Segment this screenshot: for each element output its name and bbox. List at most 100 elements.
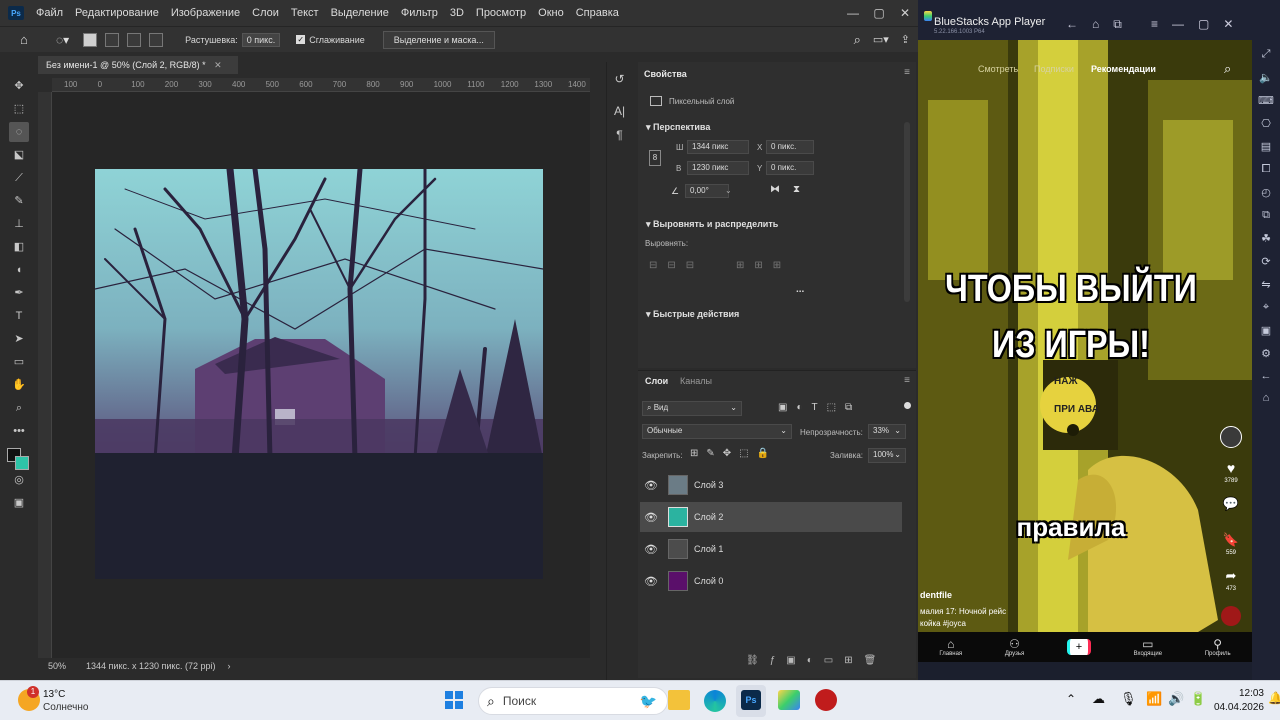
intersect-selection-icon[interactable] <box>149 32 164 47</box>
weather-condition[interactable]: Солнечно <box>43 702 88 713</box>
start-button-icon[interactable] <box>445 691 463 709</box>
eraser-tool-icon[interactable]: ◧ <box>9 237 29 257</box>
file-explorer-icon[interactable] <box>668 690 690 710</box>
menu-view[interactable]: Просмотр <box>470 7 532 19</box>
minimize-icon[interactable]: — <box>840 6 866 20</box>
nav-friends[interactable]: ⚇ Друзья <box>1005 637 1024 657</box>
flip-horizontal-icon[interactable]: ⧓ <box>770 184 780 195</box>
feather-input[interactable]: 0 пикс. <box>241 32 281 47</box>
volume-icon[interactable]: 🔈 <box>1259 71 1273 84</box>
hand-tool-icon[interactable]: ✋ <box>9 375 29 395</box>
opacity-input[interactable]: 33% ⌄ <box>868 424 906 439</box>
microphone-icon[interactable]: 🎙 <box>1120 691 1137 707</box>
menu-edit[interactable]: Редактирование <box>69 7 165 19</box>
perspective-section[interactable]: ▾ Перспектива <box>646 122 710 133</box>
layer-filter-select[interactable]: ⌕ Вид ⌄ <box>642 401 742 416</box>
lasso-tool-icon[interactable]: ◌▾ <box>56 33 69 47</box>
layer-name[interactable]: Слой 1 <box>694 544 723 554</box>
layer-actions-bar[interactable]: ⛓ƒ▣◐▭⊞🗑 <box>746 655 887 666</box>
select-and-mask-button[interactable]: Выделение и маска... <box>382 30 495 49</box>
search-icon[interactable]: ⌕ <box>1224 61 1231 77</box>
tab-recommendations[interactable]: Рекомендации <box>1091 64 1156 74</box>
back-icon[interactable]: ← <box>1261 370 1272 382</box>
properties-tab[interactable]: Свойства <box>644 69 687 79</box>
battery-icon[interactable]: 🔋 <box>1190 691 1206 707</box>
location-icon[interactable]: ⌖ <box>1263 301 1269 314</box>
android-screen[interactable]: Смотреть Подписки Рекомендации ⌕ ЧТОБЫ В… <box>918 40 1252 662</box>
quick-mask-icon[interactable]: ◎ <box>9 470 29 490</box>
eco-mode-icon[interactable]: ☘ <box>1261 232 1271 245</box>
home-icon[interactable]: ⌂ <box>1263 392 1270 404</box>
bluestacks-taskbar-icon[interactable] <box>778 690 800 710</box>
network-cloud-icon[interactable]: ☁ <box>1092 691 1105 707</box>
layer-row-3[interactable]: 👁 Слой 3 <box>640 470 902 500</box>
object-select-tool-icon[interactable]: ⬕ <box>9 145 29 165</box>
lasso-tool-icon[interactable]: ◌ <box>9 121 29 142</box>
bookmark-icon[interactable]: 🔖 <box>1220 532 1242 548</box>
more-tools-icon[interactable]: ••• <box>9 421 29 441</box>
align-vertical-buttons[interactable]: ⊞⊞⊞ <box>736 260 791 271</box>
nav-home[interactable]: ⌂ Главная <box>939 637 962 657</box>
layer-name[interactable]: Слой 2 <box>694 512 723 522</box>
tab-layers[interactable]: Слои <box>645 376 668 386</box>
weather-temperature[interactable]: 13°C <box>43 689 65 700</box>
angle-dropdown-icon[interactable]: ⌄ <box>725 186 732 195</box>
layer-row-2[interactable]: 👁 Слой 2 <box>640 502 902 532</box>
link-icon[interactable]: 8 <box>649 150 661 166</box>
nav-inbox[interactable]: ▭ Входящие <box>1134 637 1162 657</box>
layer-filter-icons[interactable]: ▣◐T⬚⧉ <box>778 402 861 413</box>
home-icon[interactable]: ⌂ <box>20 32 34 47</box>
layer-row-1[interactable]: 👁 Слой 1 <box>640 534 902 564</box>
properties-scrollbar[interactable] <box>904 122 910 302</box>
author-username[interactable]: dentfile <box>920 590 952 600</box>
tab-channels[interactable]: Каналы <box>680 376 712 386</box>
close-document-icon[interactable]: ✕ <box>214 60 222 70</box>
visibility-eye-icon[interactable]: 👁 <box>640 575 662 588</box>
menu-file[interactable]: Файл <box>30 7 69 19</box>
music-disc-icon[interactable] <box>1221 606 1241 626</box>
tab-watch[interactable]: Смотреть <box>978 64 1018 74</box>
create-video-icon[interactable]: + <box>1066 639 1091 655</box>
menu-window[interactable]: Окно <box>532 7 570 19</box>
comment-icon[interactable]: 💬 <box>1220 496 1242 512</box>
screenshot-icon[interactable]: ⧠ <box>1262 163 1271 176</box>
character-icon[interactable]: A| <box>607 104 632 118</box>
x-input[interactable]: 0 пикс. <box>766 140 814 154</box>
lock-icons[interactable]: ⊞✎✥⬚🔒 <box>690 448 777 459</box>
subtract-selection-icon[interactable] <box>127 32 142 47</box>
zoom-tool-icon[interactable]: ⌕ <box>9 398 29 418</box>
filter-toggle-icon[interactable] <box>904 402 911 409</box>
edge-browser-icon[interactable] <box>704 690 726 712</box>
show-hidden-icons-icon[interactable]: ⌃ <box>1066 692 1076 706</box>
menu-layers[interactable]: Слои <box>246 7 285 19</box>
rectangle-tool-icon[interactable]: ▭ <box>9 352 29 372</box>
bluestacks-window-icons[interactable]: ≡—▢✕ <box>1151 17 1247 31</box>
workspace-icon[interactable]: ▭▾ <box>873 33 889 46</box>
align-section[interactable]: ▾ Выровнять и распределить <box>646 219 778 230</box>
menu-3d[interactable]: 3D <box>444 7 470 19</box>
brush-tool-icon[interactable]: ✎ <box>9 191 29 211</box>
flip-vertical-icon[interactable]: ⧗ <box>793 184 800 195</box>
instances-icon[interactable]: ⧉ <box>1262 209 1270 222</box>
panel-menu-icon[interactable]: ≡ <box>904 67 910 78</box>
gamepad-icon[interactable]: ⎔ <box>1261 117 1271 130</box>
opera-taskbar-icon[interactable] <box>815 689 837 711</box>
eyedropper-tool-icon[interactable]: ⟋ <box>9 168 29 188</box>
marquee-tool-icon[interactable]: ⬚ <box>9 99 29 119</box>
add-selection-icon[interactable] <box>105 32 120 47</box>
rotate-icon[interactable]: ⟳ <box>1261 255 1270 268</box>
like-icon[interactable]: ♥ <box>1220 460 1242 476</box>
move-tool-icon[interactable]: ✥ <box>9 76 29 96</box>
shake-icon[interactable]: ⇋ <box>1261 278 1270 291</box>
nav-profile[interactable]: ⚲ Профиль <box>1205 637 1231 657</box>
status-chevron-icon[interactable]: › <box>227 661 230 671</box>
clock-time[interactable]: 12:03 <box>1212 688 1264 699</box>
wifi-icon[interactable]: 📶 <box>1146 691 1162 707</box>
volume-icon[interactable]: 🔊 <box>1168 691 1184 707</box>
path-select-tool-icon[interactable]: ➤ <box>9 329 29 349</box>
document-canvas[interactable] <box>95 169 543 579</box>
author-avatar[interactable] <box>1220 426 1242 448</box>
align-buttons[interactable]: ⊟⊟⊟ <box>649 260 704 271</box>
photoshop-taskbar-icon[interactable]: Ps <box>741 690 761 710</box>
share-icon[interactable]: ⇪ <box>901 33 910 46</box>
